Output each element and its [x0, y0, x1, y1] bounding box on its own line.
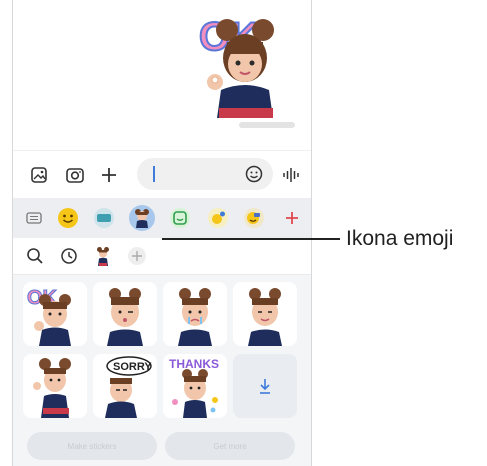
phone-screen: OK ! [12, 0, 312, 466]
add-tab-icon [286, 212, 298, 224]
search-icon[interactable] [25, 246, 45, 266]
tab-emoji[interactable] [55, 205, 81, 231]
message-time [239, 122, 295, 128]
tab-emoji-stickers[interactable] [205, 205, 231, 231]
text-caret [153, 166, 155, 182]
gif-icon [94, 208, 114, 228]
tray-tabs [13, 198, 311, 238]
sticker-grid: OK [13, 276, 311, 428]
voice-icon[interactable] [279, 163, 303, 187]
tab-ar-emoji[interactable] [129, 205, 155, 231]
callout-line [162, 238, 340, 240]
sticker-kiss[interactable] [93, 282, 157, 346]
tab-keyboard[interactable] [21, 205, 47, 231]
add-icon[interactable] [127, 246, 147, 266]
sticker-thanks[interactable]: THANKS [163, 354, 227, 418]
sticker-wink[interactable] [233, 282, 297, 346]
ar-emoji-icon [135, 209, 149, 228]
get-more-button[interactable]: Get more [165, 432, 295, 460]
chat-area: OK ! [13, 0, 311, 150]
download-stickers-button[interactable] [233, 354, 297, 418]
tab-add[interactable] [279, 205, 305, 231]
gallery-icon[interactable] [27, 163, 51, 187]
bitmoji-icon [244, 208, 264, 228]
sticker-sorry-label: SORRY [113, 361, 152, 373]
sticker-thanks-label: THANKS [169, 357, 219, 371]
emoji-icon[interactable] [243, 163, 265, 185]
recent-icon[interactable] [59, 246, 79, 266]
make-stickers-button[interactable]: Make stickers [27, 432, 157, 460]
tray-bottom-buttons: Make stickers Get more [13, 430, 311, 466]
keyboard-icon [26, 212, 42, 224]
ar-emoji-avatar-icon[interactable] [93, 246, 113, 266]
download-icon [260, 379, 270, 394]
sticker-sorry[interactable]: SORRY [93, 354, 157, 418]
sticker-hi[interactable] [23, 354, 87, 418]
make-stickers-label: Make stickers [67, 441, 117, 451]
plus-icon[interactable] [97, 163, 121, 187]
callout-label: Ikona emoji [346, 227, 454, 250]
emoji-face-icon [58, 208, 78, 228]
sent-sticker-message[interactable]: OK ! [189, 8, 299, 118]
tab-sticker[interactable] [167, 205, 193, 231]
compose-bar [13, 150, 311, 199]
sticker-ok[interactable]: OK [23, 282, 87, 346]
tab-bitmoji[interactable] [241, 205, 267, 231]
sticker-cry[interactable] [163, 282, 227, 346]
get-more-label: Get more [213, 441, 247, 451]
tray-subbar [13, 238, 311, 275]
tab-gif[interactable] [91, 205, 117, 231]
message-input[interactable] [137, 158, 273, 190]
sticker-icon [170, 208, 190, 228]
camera-icon[interactable] [63, 163, 87, 187]
emoji-stickers-icon [208, 208, 228, 228]
